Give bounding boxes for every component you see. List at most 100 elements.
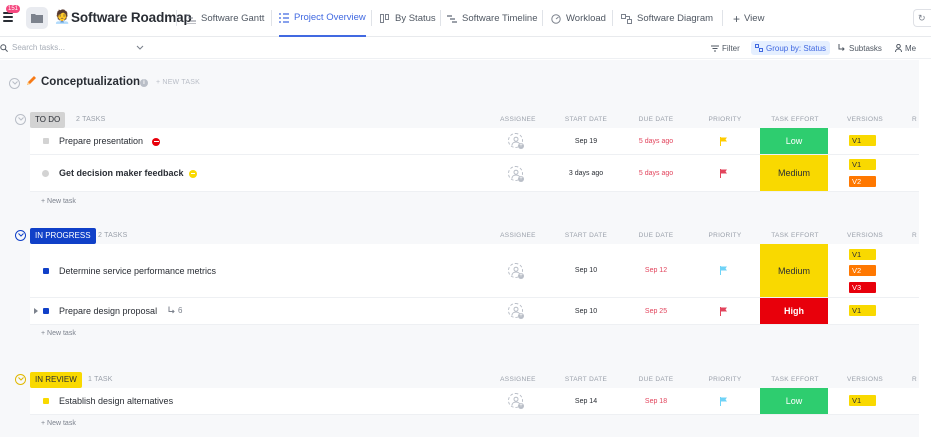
tab-software-gantt[interactable]: Software Gantt: [186, 0, 264, 37]
task-name[interactable]: Get decision maker feedback: [59, 168, 184, 178]
version-tag[interactable]: V1: [849, 159, 876, 170]
filter-button[interactable]: Filter: [711, 42, 740, 54]
collapse-group-icon[interactable]: [15, 230, 26, 241]
task-name[interactable]: Prepare presentation: [59, 136, 143, 146]
col-header-start-date[interactable]: START DATE: [562, 376, 610, 383]
version-tag[interactable]: V1: [849, 249, 876, 260]
col-header-more[interactable]: R: [912, 376, 917, 383]
priority-flag-icon[interactable]: [720, 137, 728, 146]
tab-project-overview[interactable]: Project Overview: [279, 0, 366, 37]
tab-workload[interactable]: Workload: [551, 0, 606, 37]
status-bullet[interactable]: [43, 268, 49, 274]
col-header-task-effort[interactable]: TASK EFFORT: [766, 116, 824, 123]
refresh-icon[interactable]: ↻: [913, 9, 931, 27]
priority-flag-icon[interactable]: [720, 397, 728, 406]
col-header-start-date[interactable]: START DATE: [562, 232, 610, 239]
task-effort-cell[interactable]: Low: [760, 388, 828, 414]
assignee-avatar-placeholder[interactable]: +: [508, 263, 524, 279]
task-effort-cell[interactable]: Medium: [760, 244, 828, 297]
due-date[interactable]: Sep 12: [633, 267, 679, 274]
col-header-priority[interactable]: PRIORITY: [704, 116, 746, 123]
due-date[interactable]: Sep 25: [633, 308, 679, 315]
assignee-avatar-placeholder[interactable]: +: [508, 303, 524, 319]
col-header-due-date[interactable]: DUE DATE: [633, 116, 679, 123]
col-header-assignee[interactable]: ASSIGNEE: [498, 116, 538, 123]
table-row[interactable]: Prepare design proposal 6 + Sep 10 Sep 2…: [30, 298, 919, 325]
status-group-todo[interactable]: TO DO: [30, 112, 66, 128]
version-tag[interactable]: V2: [849, 265, 876, 276]
task-effort-cell[interactable]: Low: [760, 128, 828, 154]
table-row[interactable]: Prepare presentation + Sep 19 5 days ago…: [30, 128, 919, 155]
subtasks-button[interactable]: Subtasks: [838, 42, 882, 54]
me-button[interactable]: Me: [895, 42, 916, 54]
col-header-task-effort[interactable]: TASK EFFORT: [766, 376, 824, 383]
col-header-more[interactable]: R: [912, 232, 917, 239]
status-group-in-review[interactable]: IN REVIEW: [30, 372, 82, 388]
version-tag[interactable]: V3: [849, 282, 876, 293]
table-row[interactable]: Establish design alternatives + Sep 14 S…: [30, 388, 919, 415]
status-group-in-progress[interactable]: IN PROGRESS: [30, 228, 96, 244]
col-header-start-date[interactable]: START DATE: [562, 116, 610, 123]
task-name[interactable]: Establish design alternatives: [59, 396, 173, 406]
status-bullet[interactable]: [43, 398, 49, 404]
task-name[interactable]: Determine service performance metrics: [59, 266, 216, 276]
start-date[interactable]: 3 days ago: [562, 170, 610, 177]
due-date[interactable]: Sep 18: [633, 398, 679, 405]
table-row[interactable]: Determine service performance metrics + …: [30, 244, 919, 298]
version-tag[interactable]: V1: [849, 395, 876, 406]
col-header-task-effort[interactable]: TASK EFFORT: [766, 232, 824, 239]
add-new-task-button[interactable]: + New task: [41, 420, 76, 427]
divider: [271, 10, 272, 26]
table-row[interactable]: Get decision maker feedback + 3 days ago…: [30, 155, 919, 192]
group-by-button[interactable]: Group by: Status: [751, 41, 831, 55]
start-date[interactable]: Sep 19: [562, 138, 610, 145]
version-tag[interactable]: V1: [849, 135, 876, 146]
col-header-versions[interactable]: VERSIONS: [840, 116, 890, 123]
search-input[interactable]: Search tasks...: [0, 43, 65, 52]
assignee-avatar-placeholder[interactable]: +: [508, 393, 524, 409]
status-bullet[interactable]: [43, 138, 49, 144]
due-date[interactable]: 5 days ago: [633, 170, 679, 177]
version-tag[interactable]: V2: [849, 176, 876, 187]
tab-by-status[interactable]: By Status: [380, 0, 436, 37]
start-date[interactable]: Sep 10: [562, 308, 610, 315]
version-tag[interactable]: V1: [849, 305, 876, 316]
task-name[interactable]: Prepare design proposal: [59, 306, 157, 316]
task-effort-cell[interactable]: High: [760, 298, 828, 324]
collapse-section-icon[interactable]: [9, 78, 20, 89]
col-header-due-date[interactable]: DUE DATE: [633, 376, 679, 383]
col-header-assignee[interactable]: ASSIGNEE: [498, 232, 538, 239]
col-header-versions[interactable]: VERSIONS: [840, 376, 890, 383]
priority-flag-icon[interactable]: [720, 307, 728, 316]
chevron-down-icon[interactable]: [136, 45, 144, 50]
task-effort-cell[interactable]: Medium: [760, 155, 828, 191]
start-date[interactable]: Sep 14: [562, 398, 610, 405]
section-new-task-button[interactable]: + NEW TASK: [156, 79, 200, 86]
subtask-count-badge[interactable]: 6: [167, 306, 182, 315]
priority-flag-icon[interactable]: [720, 266, 728, 275]
assignee-avatar-placeholder[interactable]: +: [508, 133, 524, 149]
col-header-versions[interactable]: VERSIONS: [840, 232, 890, 239]
collapse-group-icon[interactable]: [15, 114, 26, 125]
col-header-priority[interactable]: PRIORITY: [704, 376, 746, 383]
due-date[interactable]: 5 days ago: [633, 138, 679, 145]
col-header-assignee[interactable]: ASSIGNEE: [498, 376, 538, 383]
priority-flag-icon[interactable]: [720, 169, 728, 178]
col-header-priority[interactable]: PRIORITY: [704, 232, 746, 239]
info-icon[interactable]: i: [140, 79, 148, 87]
col-header-more[interactable]: R: [912, 116, 917, 123]
tab-software-diagram[interactable]: Software Diagram: [621, 0, 713, 37]
col-header-due-date[interactable]: DUE DATE: [633, 232, 679, 239]
add-view-button[interactable]: + View: [733, 0, 764, 37]
add-new-task-button[interactable]: + New task: [41, 330, 76, 337]
expand-subtasks-icon[interactable]: [34, 308, 38, 314]
assignee-avatar-placeholder[interactable]: +: [508, 166, 524, 182]
tab-software-timeline[interactable]: Software Timeline: [447, 0, 538, 37]
status-bullet[interactable]: [43, 308, 49, 314]
status-bullet[interactable]: [42, 170, 49, 177]
collapse-group-icon[interactable]: [15, 374, 26, 385]
add-new-task-button[interactable]: + New task: [41, 198, 76, 205]
folder-icon[interactable]: [26, 7, 48, 29]
menu-icon[interactable]: [3, 12, 13, 22]
start-date[interactable]: Sep 10: [562, 267, 610, 274]
